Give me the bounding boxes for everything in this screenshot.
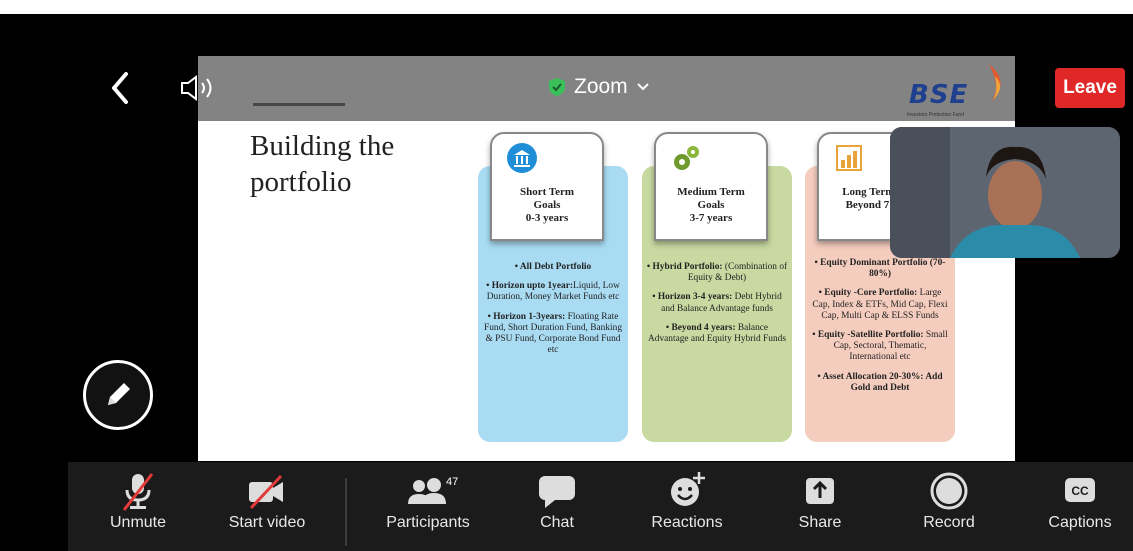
bse-flame-icon bbox=[989, 64, 1001, 102]
card-item: • Horizon upto 1year:Liquid, Low Duratio… bbox=[482, 281, 624, 303]
item-bold: • Asset Allocation 20-30%: Add Gold and … bbox=[817, 371, 943, 393]
card-body-medium-term: • Hybrid Portfolio: (Combination of Equi… bbox=[646, 262, 788, 353]
participants-count-badge: 47 bbox=[446, 476, 459, 488]
gears-icon bbox=[674, 146, 699, 170]
chat-icon bbox=[527, 470, 587, 512]
bar-chart-icon bbox=[836, 145, 862, 171]
meeting-title-dropdown[interactable]: Zoom bbox=[548, 72, 650, 102]
card-item: • All Debt Portfolio bbox=[482, 262, 624, 273]
item-bold: • Horizon 3-4 years: bbox=[652, 292, 733, 303]
card-item: • Horizon 1-3years: Floating Rate Fund, … bbox=[482, 312, 624, 357]
card-tab-medium-term: Medium Term Goals 3-7 years bbox=[654, 132, 768, 241]
card-item: • Beyond 4 years: Balance Advantage and … bbox=[646, 323, 788, 345]
item-bold: • Beyond 4 years: bbox=[665, 322, 736, 333]
toolbar-divider bbox=[345, 478, 347, 546]
record-label: Record bbox=[923, 514, 975, 531]
start-video-label: Start video bbox=[228, 514, 306, 531]
heading-line: Goals bbox=[533, 199, 561, 211]
item-bold: • Equity -Satellite Portfolio: bbox=[812, 330, 924, 341]
share-label: Share bbox=[798, 514, 842, 531]
encryption-shield-icon bbox=[549, 78, 565, 96]
captions-button[interactable]: CC Captions bbox=[1043, 470, 1117, 550]
heading-line: 3-7 years bbox=[689, 212, 733, 224]
chat-button[interactable]: Chat bbox=[527, 470, 587, 550]
participants-icon bbox=[378, 470, 478, 512]
heading-line: Short Term bbox=[519, 186, 575, 198]
unmute-label: Unmute bbox=[109, 514, 167, 531]
card-item: • Equity -Core Portfolio: Large Cap, Ind… bbox=[809, 288, 951, 322]
card-item: • Equity Dominant Portfolio (70-80%) bbox=[809, 258, 951, 280]
item-bold: • Horizon 1-3years: bbox=[487, 311, 566, 322]
participant-video-frame bbox=[890, 127, 1120, 258]
captions-icon-text: CC bbox=[1071, 484, 1089, 498]
bse-logo: BSE Investors Protection Fund bbox=[905, 64, 1015, 122]
chevron-down-icon bbox=[636, 83, 649, 91]
item-bold: • Equity Dominant Portfolio (70-80%) bbox=[814, 258, 946, 280]
heading-line: Medium Term bbox=[677, 186, 745, 198]
card-heading-medium-term: Medium Term Goals 3-7 years bbox=[660, 186, 762, 225]
speaker-button[interactable] bbox=[178, 74, 224, 102]
record-icon bbox=[917, 470, 981, 512]
pencil-icon bbox=[108, 383, 130, 405]
card-body-short-term: • All Debt Portfolio • Horizon upto 1yea… bbox=[482, 262, 624, 364]
video-off-icon bbox=[222, 470, 312, 512]
record-button[interactable]: Record bbox=[917, 470, 981, 550]
reactions-icon bbox=[645, 470, 729, 512]
card-item: • Horizon 3-4 years: Debt Hybrid and Bal… bbox=[646, 292, 788, 314]
speaker-icon bbox=[181, 75, 212, 101]
captions-icon: CC bbox=[1043, 470, 1117, 512]
item-bold: • Equity -Core Portfolio: bbox=[818, 288, 918, 299]
chevron-left-icon bbox=[112, 72, 128, 104]
leave-button[interactable]: Leave bbox=[1055, 68, 1125, 108]
item-bold: • Hybrid Portfolio: bbox=[646, 262, 723, 272]
card-tab-short-term: Short Term Goals 0-3 years bbox=[490, 132, 604, 241]
chat-label: Chat bbox=[540, 514, 574, 531]
top-edge-strip bbox=[0, 0, 1133, 14]
card-item: • Asset Allocation 20-30%: Add Gold and … bbox=[809, 372, 951, 394]
meeting-title: Zoom bbox=[574, 75, 628, 98]
bank-icon bbox=[507, 143, 537, 173]
start-video-button[interactable]: Start video bbox=[222, 470, 312, 550]
slide-title: Building the portfolio bbox=[250, 130, 395, 198]
back-button[interactable] bbox=[104, 68, 138, 108]
annotate-button[interactable] bbox=[83, 360, 153, 430]
card-item: • Equity -Satellite Portfolio: Small Cap… bbox=[809, 330, 951, 364]
participants-label: Participants bbox=[386, 514, 470, 531]
card-heading-short-term: Short Term Goals 0-3 years bbox=[496, 186, 598, 225]
bse-logo-text: BSE bbox=[909, 80, 969, 110]
self-view-video[interactable] bbox=[890, 127, 1120, 258]
reactions-label: Reactions bbox=[651, 514, 723, 531]
share-button[interactable]: Share bbox=[790, 470, 850, 550]
mic-muted-icon bbox=[98, 470, 178, 512]
bse-logo-subtitle: Investors Protection Fund bbox=[907, 112, 964, 118]
item-bold: • Horizon upto 1year: bbox=[486, 281, 573, 292]
captions-label: Captions bbox=[1048, 514, 1112, 531]
item-bold: • All Debt Portfolio bbox=[514, 262, 592, 272]
card-item: • Hybrid Portfolio: (Combination of Equi… bbox=[646, 262, 788, 284]
unmute-button[interactable]: Unmute bbox=[98, 470, 178, 550]
share-icon bbox=[790, 470, 850, 512]
reactions-button[interactable]: Reactions bbox=[645, 470, 729, 550]
heading-line: 0-3 years bbox=[525, 212, 569, 224]
participants-button[interactable]: Participants bbox=[378, 470, 478, 550]
heading-line: Goals bbox=[697, 199, 725, 211]
card-body-long-term: • Equity Dominant Portfolio (70-80%) • E… bbox=[809, 258, 951, 402]
